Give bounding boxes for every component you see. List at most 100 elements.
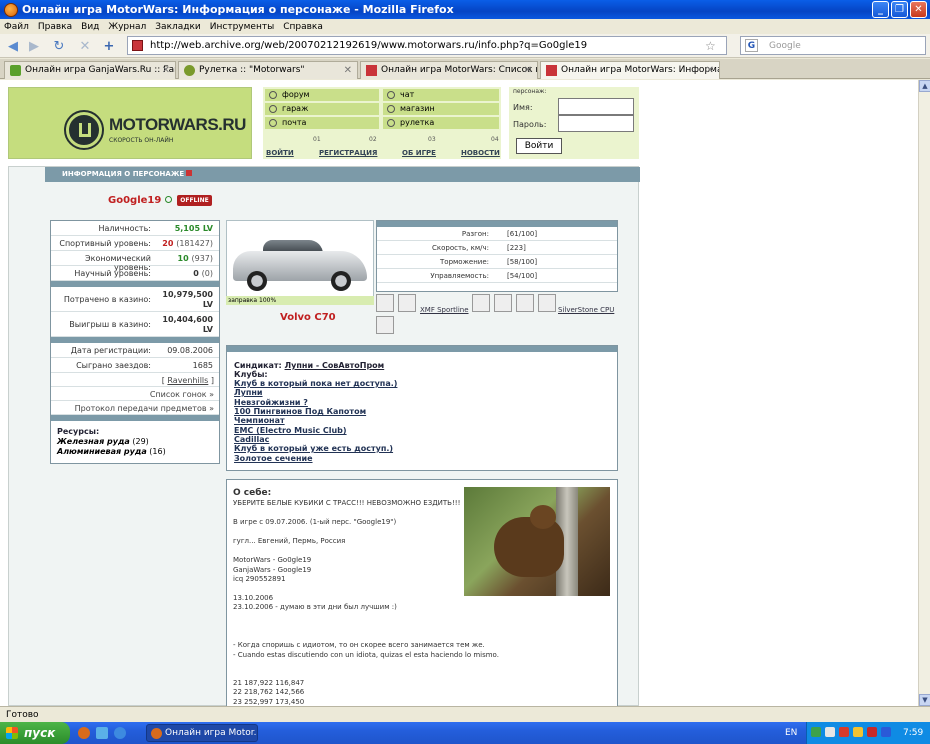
- part-silverstone-cpu[interactable]: SilverStone CPU: [558, 306, 614, 314]
- tray-icon[interactable]: [881, 727, 891, 737]
- password-field[interactable]: [558, 115, 634, 132]
- tab-ganjawars[interactable]: Онлайн игра GanjaWars.Ru :: Ган... ✕: [4, 61, 176, 79]
- club-link[interactable]: EMC (Electro Music Club): [234, 426, 347, 435]
- maximize-button[interactable]: ❐: [891, 1, 908, 18]
- window-title: Онлайн игра MotorWars: Информация о перс…: [22, 3, 454, 16]
- firefox-icon: [151, 728, 162, 739]
- stats-panel: Наличность: 5,105 LV Спортивный уровень: 2…: [50, 220, 220, 464]
- ie-quicklaunch-icon[interactable]: [114, 727, 126, 739]
- car-name[interactable]: Volvo C70: [280, 312, 336, 323]
- firefox-quicklaunch-icon[interactable]: [78, 727, 90, 739]
- menu-chat[interactable]: чат: [383, 89, 499, 101]
- plus-icon[interactable]: [186, 170, 193, 176]
- club-link[interactable]: Cadillac: [234, 435, 269, 444]
- language-indicator[interactable]: EN: [785, 728, 797, 738]
- search-input[interactable]: G Google: [740, 36, 926, 55]
- club-link[interactable]: Лупни: [234, 388, 263, 397]
- scroll-down-icon[interactable]: ▼: [919, 694, 930, 706]
- scroll-up-icon[interactable]: ▲: [919, 80, 930, 92]
- tray-icon[interactable]: [811, 727, 821, 737]
- club-link[interactable]: Клуб в который уже есть доступ.): [234, 444, 393, 453]
- stat-economy-level: Экономический уровень: 10 (937): [51, 251, 219, 272]
- menu-bookmarks[interactable]: Закладки: [155, 22, 201, 32]
- back-icon[interactable]: ◀: [4, 37, 22, 55]
- syndicate-link[interactable]: Лупни - СовАвтоПром: [285, 361, 385, 370]
- tray-icon[interactable]: [853, 727, 863, 737]
- menu-tools[interactable]: Инструменты: [210, 22, 274, 32]
- part-engine-icon[interactable]: [538, 294, 556, 312]
- link-race-list[interactable]: Список гонок »: [51, 387, 219, 401]
- minimize-button[interactable]: _: [872, 1, 889, 18]
- menu-edit[interactable]: Правка: [38, 22, 72, 32]
- url-input[interactable]: http://web.archive.org/web/2007021219261…: [127, 36, 727, 55]
- taskbar: пуск Онлайн игра Motor... EN 7:59: [0, 722, 930, 744]
- username-field[interactable]: [558, 98, 634, 115]
- new-tab-icon[interactable]: +: [100, 37, 118, 55]
- tray-icon[interactable]: [839, 727, 849, 737]
- stat-casino-spent: Потрачено в казино: 10,979,500 LV: [51, 287, 219, 312]
- stop-icon[interactable]: ✕: [76, 37, 94, 55]
- menu-forum[interactable]: форум: [265, 89, 379, 101]
- link-transfer-protocol[interactable]: Протокол передачи предметов »: [51, 401, 219, 415]
- login-button[interactable]: Войти: [516, 138, 562, 154]
- nav-bar: ◀ ▶ ↻ ✕ + http://web.archive.org/web/200…: [0, 34, 930, 58]
- forward-icon[interactable]: ▶: [25, 37, 43, 55]
- link-ravenhills[interactable]: [ Ravenhills ]: [51, 373, 219, 387]
- link-about-game[interactable]: ОБ ИГРЕ: [402, 149, 436, 157]
- club-link[interactable]: 100 Пингвинов Под Капотом: [234, 407, 366, 416]
- menu-mail[interactable]: почта: [265, 117, 379, 129]
- close-tab-icon[interactable]: ✕: [162, 65, 170, 76]
- link-login[interactable]: ВОЙТИ: [266, 149, 294, 157]
- part-disc-icon[interactable]: [472, 294, 490, 312]
- menu-file[interactable]: Файл: [4, 22, 29, 32]
- part-tire-icon[interactable]: [398, 294, 416, 312]
- forum-icon: [269, 91, 277, 99]
- login-form: персонаж: Имя: Пароль: Войти: [509, 87, 639, 159]
- tab-character-info[interactable]: Онлайн игра MotorWars: Информаци...✕: [540, 61, 720, 79]
- link-news[interactable]: НОВОСТИ: [461, 149, 500, 157]
- tray-icon[interactable]: [867, 727, 877, 737]
- menu-shop[interactable]: магазин: [383, 103, 499, 115]
- close-tab-icon[interactable]: ✕: [344, 65, 352, 76]
- section-header: ИНФОРМАЦИЯ О ПЕРСОНАЖЕ: [45, 167, 640, 182]
- tab-roulette[interactable]: Рулетка :: "Motorwars" ✕: [178, 61, 358, 79]
- part-exhaust-icon[interactable]: [376, 294, 394, 312]
- clubs-panel: Синдикат: Лупни - СовАвтоПром Клубы: Клу…: [226, 345, 618, 471]
- spec-handling: Управляемость: [54/100]: [377, 269, 617, 283]
- club-link[interactable]: Чемпионат: [234, 416, 285, 425]
- menu-roulette[interactable]: рулетка: [383, 117, 499, 129]
- link-register[interactable]: РЕГИСТРАЦИЯ: [319, 149, 377, 157]
- status-bar: Готово: [0, 706, 930, 722]
- desktop-quicklaunch-icon[interactable]: [96, 727, 108, 739]
- menu-history[interactable]: Журнал: [108, 22, 146, 32]
- close-tab-icon[interactable]: ✕: [524, 65, 532, 76]
- player-name: Go0gle19: [108, 195, 162, 206]
- menu-bar: Файл Правка Вид Журнал Закладки Инструме…: [0, 19, 930, 34]
- mail-icon: [269, 119, 277, 127]
- part-xmf-sportline[interactable]: XMF Sportline: [420, 306, 469, 314]
- start-button[interactable]: пуск: [0, 722, 70, 744]
- club-link[interactable]: Клуб в который пока нет доступа.): [234, 379, 397, 388]
- firefox-icon: [4, 2, 18, 17]
- menu-garage[interactable]: гараж: [265, 103, 379, 115]
- menu-help[interactable]: Справка: [283, 22, 323, 32]
- club-link[interactable]: Золотое сечение: [234, 454, 313, 463]
- close-tab-icon[interactable]: ✕: [706, 65, 714, 76]
- spec-speed: Скорость, км/ч: [223]: [377, 241, 617, 255]
- bookmark-star-icon[interactable]: ☆: [705, 39, 716, 53]
- club-link[interactable]: Невзгойжизни ?: [234, 398, 308, 407]
- wrench-icon: [269, 105, 277, 113]
- close-button[interactable]: ✕: [910, 1, 927, 18]
- part-turbo-icon[interactable]: [516, 294, 534, 312]
- reload-icon[interactable]: ↻: [50, 37, 68, 55]
- part-shock-icon[interactable]: [494, 294, 512, 312]
- menu-view[interactable]: Вид: [81, 22, 99, 32]
- tray-icon[interactable]: [825, 727, 835, 737]
- tab-race-list[interactable]: Онлайн игра MotorWars: Список гоно...✕: [360, 61, 538, 79]
- tab-bar: Онлайн игра GanjaWars.Ru :: Ган... ✕ Руле…: [0, 59, 930, 79]
- site-logo[interactable]: MOTORWARS.RU СКОРОСТЬ ОН-ЛАЙН: [8, 87, 252, 159]
- vertical-scrollbar[interactable]: ▲ ▼: [918, 80, 930, 706]
- motorwars-icon: [366, 65, 377, 76]
- part-spring-icon[interactable]: [376, 316, 394, 334]
- taskbar-firefox-button[interactable]: Онлайн игра Motor...: [146, 724, 258, 742]
